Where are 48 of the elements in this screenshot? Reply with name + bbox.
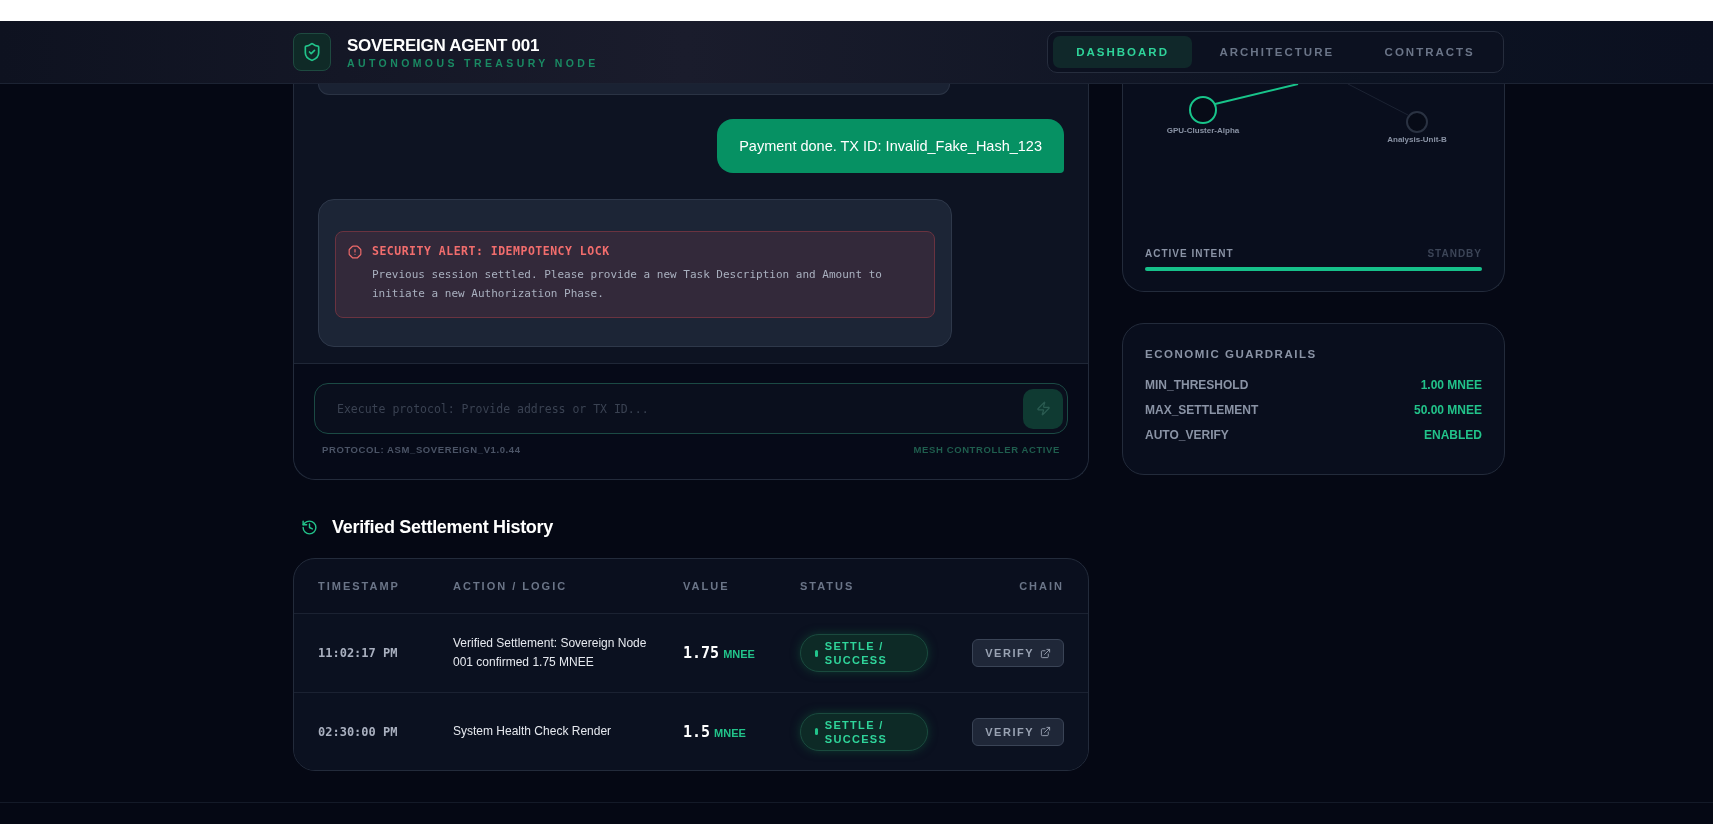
nav-tab[interactable]: ARCHITECTURE [1196, 36, 1358, 68]
mesh-node[interactable] [1406, 111, 1428, 133]
external-link-icon [1040, 726, 1051, 737]
node-label: GPU-Cluster-Alpha [1166, 126, 1240, 135]
action-text: Verified Settlement: Sovereign Node 001 confirmed 1.75 MNEE [453, 635, 648, 671]
action-text: System Health Check Render [453, 723, 613, 740]
verify-button[interactable]: VERIFY [972, 639, 1064, 667]
user-message: Payment done. TX ID: Invalid_Fake_Hash_123 [717, 119, 1064, 173]
amount: 1.75 [683, 644, 720, 662]
panel-title: ECONOMIC GUARDRAILS [1145, 348, 1318, 360]
guardrail-label: AUTO_VERIFY [1145, 427, 1229, 442]
column-header: STATUS [800, 580, 856, 592]
intent-label: ACTIVE INTENT [1145, 248, 1234, 259]
alert-title: SECURITY ALERT: IDEMPOTENCY LOCK [372, 244, 611, 258]
column-header: VALUE [683, 580, 731, 592]
status-badge: SETTLE / SUCCESS [800, 712, 928, 751]
unit: MNEE [723, 648, 755, 660]
node-label: Analysis-Unit-B [1387, 135, 1447, 144]
protocol-label: PROTOCOL: ASM_SOVEREIGN_V1.0.44 [322, 444, 521, 455]
app-title: SOVEREIGN AGENT 001 [347, 35, 541, 56]
send-button[interactable] [1023, 388, 1063, 429]
guardrail-value: ENABLED [1424, 427, 1482, 442]
column-header: ACTION / LOGIC [453, 580, 569, 592]
nav-tab[interactable]: DASHBOARD [1053, 36, 1193, 68]
intent-status: STANDBY [1427, 248, 1482, 259]
controller-status: MESH CONTROLLER ACTIVE [913, 444, 1060, 455]
guardrail-value: 50.00 MNEE [1413, 402, 1482, 417]
guardrail-label: MIN_THRESHOLD [1145, 377, 1249, 392]
verify-button[interactable]: VERIFY [972, 717, 1064, 746]
column-header: TIMESTAMP [318, 580, 401, 592]
alert-octagon-icon [348, 245, 362, 259]
timestamp: 11:02:17 PM [318, 646, 399, 660]
section-title: Verified Settlement History [332, 516, 553, 538]
column-header: CHAIN [1019, 580, 1064, 592]
alert-text: Previous session settled. Please provide a new Task Description and Amount to initiate a new Authorization Phase. [372, 267, 883, 302]
timestamp: 02:30:00 PM [318, 724, 399, 739]
guardrail-label: MAX_SETTLEMENT [1145, 402, 1259, 417]
history-icon [301, 518, 318, 536]
app-subtitle: AUTONOMOUS TREASURY NODE [347, 56, 599, 69]
guardrail-value: 1.00 MNEE [1420, 377, 1482, 392]
amount: 1.5 [683, 722, 711, 741]
nav-tab[interactable]: CONTRACTS [1361, 36, 1498, 68]
external-link-icon [1040, 647, 1051, 659]
unit: MNEE [714, 726, 746, 739]
lightning-icon [1035, 401, 1051, 416]
status-badge: SETTLE / SUCCESS [800, 634, 928, 672]
mesh-node[interactable] [1189, 96, 1217, 124]
shield-check-icon [293, 33, 331, 71]
